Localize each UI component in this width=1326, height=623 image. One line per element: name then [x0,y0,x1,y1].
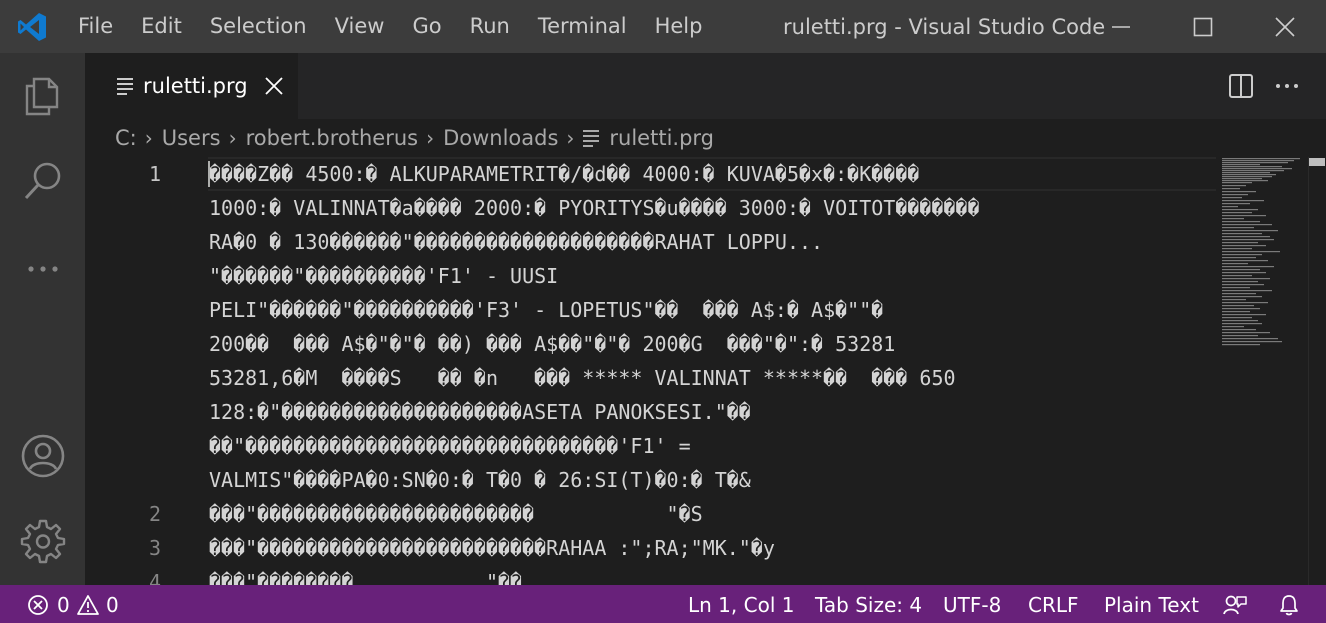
error-count[interactable]: 0 [57,585,70,623]
menu-file[interactable]: File [64,0,127,53]
menu-run[interactable]: Run [456,0,524,53]
accounts-button[interactable] [0,413,85,498]
line-number: 1 [148,162,161,186]
code-text: PELI"������"����������'F3' - LOPETUS"�� … [209,298,884,322]
code-line-wrapped: 128:�"��������������������ASETA PANOKSES… [85,395,1216,429]
cursor-position[interactable]: Ln 1, Col 1 [688,585,794,623]
title-bar: File Edit Selection View Go Run Terminal… [0,0,1326,53]
code-line: 4 ���"�������� "�� [85,565,1216,585]
breadcrumb-drive[interactable]: C: [115,126,137,150]
minimize-icon [1112,25,1130,28]
code-text: 53281,6�M ����S �� �n ��� ***** VALINNAT… [209,366,956,390]
breadcrumb: C: › Users › robert.brotherus › Download… [85,119,1326,157]
editor-tab-row: ruletti.prg [85,53,1326,119]
feedback-icon[interactable] [1222,594,1248,616]
menu-terminal[interactable]: Terminal [524,0,641,53]
explorer-icon [25,77,58,115]
settings-gear-icon [20,519,65,563]
maximize-icon [1193,17,1213,36]
window-title: ruletti.prg - Visual Studio Code [783,15,1106,39]
chevron-right-icon: › [144,126,153,150]
warning-icon [77,595,99,615]
code-line-wrapped: 53281,6�M ����S �� �n ��� ***** VALINNAT… [85,361,1216,395]
menu-view[interactable]: View [321,0,399,53]
code-text: 200�� ��� A$�"�"� ��) ��� A$��"�"� 200�G… [209,332,896,356]
code-text: VALMIS"����PA�0:SN�0:� T�0 � 26:SI(T)�0:… [209,468,751,492]
code-text: ���"����������������������� "�S [209,502,703,526]
more-button[interactable] [0,226,85,311]
code-text: 128:�"��������������������ASETA PANOKSES… [209,400,751,424]
more-icon [27,265,58,272]
line-number: 4 [148,570,161,585]
error-icon [28,595,48,615]
status-bar: 0 0 Ln 1, Col 1 Tab Size: 4 UTF-8 CRLF P… [0,585,1326,623]
code-text: ���"������������������������RAHAA :";RA;… [209,536,775,560]
more-actions-icon [1276,84,1298,88]
vscode-logo-icon [0,0,64,53]
tab-size[interactable]: Tab Size: 4 [815,585,922,623]
line-number: 2 [148,502,161,526]
code-line: 1 ����Z�� 4500:� ALKUPARAMETRIT�/�d�� 40… [85,157,1216,191]
language-mode[interactable]: Plain Text [1104,585,1199,623]
tab-label: ruletti.prg [143,74,248,98]
breadcrumb-user-folder[interactable]: robert.brotherus [246,126,419,150]
code-text: "������"����������'F1' - UUSI [209,264,559,288]
breadcrumb-users[interactable]: Users [162,126,221,150]
code-line: 2 ���"����������������������� "�S [85,497,1216,531]
plain-text-file-icon [117,78,133,95]
close-window-button[interactable] [1244,0,1326,53]
manage-button[interactable] [0,498,85,583]
maximize-button[interactable] [1162,0,1244,53]
line-number: 3 [148,536,161,560]
code-line-wrapped: 200�� ��� A$�"�"� ��) ��� A$��"�"� 200�G… [85,327,1216,361]
code-text: 1000:� VALINNAT�a���� 2000:� PYORITYS�u�… [209,196,980,220]
chevron-right-icon: › [566,126,575,150]
menu-edit[interactable]: Edit [127,0,196,53]
plain-text-file-icon [583,130,600,147]
tab-ruletti-prg[interactable]: ruletti.prg [85,53,298,119]
code-line-wrapped: ��"�������������������������������'F1' = [85,429,1216,463]
menu-bar: File Edit Selection View Go Run Terminal… [64,0,716,53]
search-button[interactable] [0,138,85,223]
code-line-wrapped: RA�0 � 130������"��������������������RAH… [85,225,1216,259]
breadcrumb-file[interactable]: ruletti.prg [609,126,714,150]
explorer-button[interactable] [0,53,85,138]
menu-help[interactable]: Help [641,0,717,53]
close-icon [1275,16,1295,37]
code-line-wrapped: VALMIS"����PA�0:SN�0:� T�0 � 26:SI(T)�0:… [85,463,1216,497]
activity-bar [0,53,85,585]
chevron-right-icon: › [228,126,237,150]
notifications-bell-icon[interactable] [1278,594,1300,616]
end-of-line[interactable]: CRLF [1028,585,1079,623]
minimize-button[interactable] [1080,0,1162,53]
search-icon [24,162,60,199]
encoding[interactable]: UTF-8 [943,585,1001,623]
scrollbar-thumb[interactable] [1309,158,1325,166]
code-line-wrapped: "������"����������'F1' - UUSI [85,259,1216,293]
text-cursor [208,161,210,187]
minimap-preview [1222,158,1300,346]
accounts-icon [21,434,64,477]
breadcrumb-downloads[interactable]: Downloads [443,126,558,150]
more-actions-button[interactable] [1271,70,1303,102]
code-line: 3 ���"������������������������RAHAA :";R… [85,531,1216,565]
editor-text-area[interactable]: 1 ����Z�� 4500:� ALKUPARAMETRIT�/�d�� 40… [85,157,1216,585]
chevron-right-icon: › [426,126,435,150]
code-line-wrapped: PELI"������"����������'F3' - LOPETUS"�� … [85,293,1216,327]
code-text: ����Z�� 4500:� ALKUPARAMETRIT�/�d�� 4000… [209,162,920,186]
code-text: ��"�������������������������������'F1' = [209,434,691,458]
code-text: RA�0 � 130������"��������������������RAH… [209,230,824,254]
code-text: ���"�������� "�� [209,570,523,585]
warning-count[interactable]: 0 [106,585,119,623]
close-icon[interactable] [263,75,285,97]
menu-selection[interactable]: Selection [196,0,321,53]
vertical-scrollbar[interactable] [1308,157,1326,585]
split-editor-button[interactable] [1225,70,1257,102]
split-editor-icon [1229,74,1253,98]
menu-go[interactable]: Go [398,0,455,53]
code-line-wrapped: 1000:� VALINNAT�a���� 2000:� PYORITYS�u�… [85,191,1216,225]
